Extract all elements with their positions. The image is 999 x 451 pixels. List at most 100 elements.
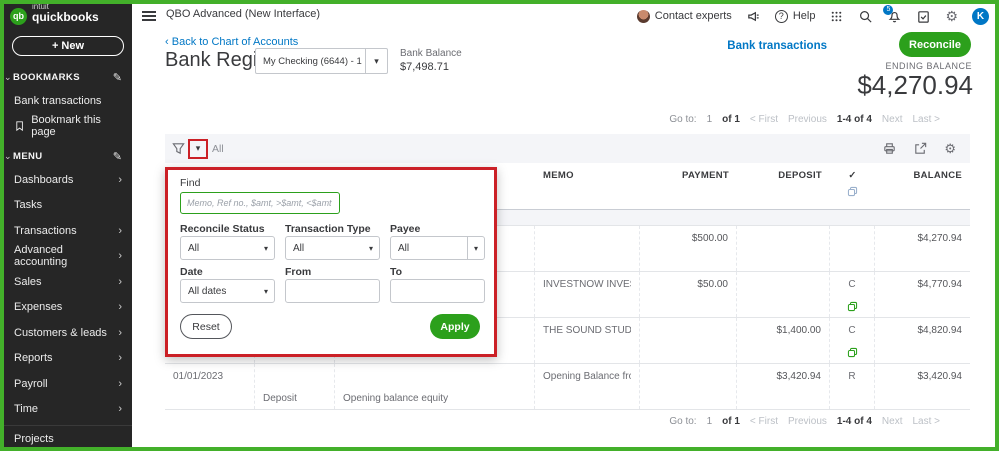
bank-balance-value: $7,498.71 (400, 61, 449, 73)
apply-button[interactable]: Apply (430, 314, 480, 339)
bookmarks-section-header[interactable]: ⌄ BOOKMARKS ✎ (4, 66, 132, 88)
payee-label: Payee (390, 223, 421, 235)
pagination-bottom: Go to: 1 of 1 < First Previous 1-4 of 4 … (669, 416, 940, 427)
date-range-select[interactable]: All dates ▾ (180, 279, 275, 303)
notifications-button[interactable]: 5 (883, 4, 902, 24)
chevron-down-icon: ▾ (263, 243, 268, 253)
sidebar-item-sales[interactable]: Sales › (4, 269, 132, 295)
page-number[interactable]: 1 (707, 416, 713, 427)
export-icon[interactable] (913, 141, 928, 156)
expert-avatar (636, 9, 650, 23)
matched-copy-icon (847, 301, 857, 312)
filter-dropdown-arrow[interactable]: ▾ (196, 143, 201, 154)
grid-icon (832, 11, 842, 21)
bank-transactions-link[interactable]: Bank transactions (727, 40, 827, 52)
header-balance[interactable]: BALANCE (875, 163, 970, 209)
header-memo[interactable]: MEMO (535, 163, 640, 209)
collapse-caret-icon: ⌄ (4, 150, 12, 161)
next-page-button[interactable]: Next (882, 114, 903, 125)
account-selector[interactable]: My Checking (6644) - 1 ▾ (255, 48, 388, 74)
reset-button[interactable]: Reset (180, 314, 232, 339)
chevron-down-icon: ▾ (368, 243, 373, 253)
payment-cell: $500.00 (691, 232, 728, 244)
first-page-button[interactable]: < First (750, 416, 778, 427)
goto-label: Go to: (669, 416, 697, 427)
chevron-right-icon: › (118, 250, 122, 263)
reconcile-status-cell: C (848, 278, 856, 290)
find-input[interactable] (180, 192, 340, 214)
header-reconcile-status[interactable]: ✓ (830, 163, 875, 209)
sidebar-item-dashboards[interactable]: Dashboards › (4, 167, 132, 193)
user-avatar[interactable]: K (972, 7, 989, 25)
filter-funnel-icon[interactable] (171, 141, 186, 156)
page-number[interactable]: 1 (707, 114, 713, 125)
edit-pencil-icon[interactable]: ✎ (113, 150, 122, 163)
sidebar-item-bank-transactions[interactable]: Bank transactions (4, 88, 132, 114)
previous-page-button[interactable]: Previous (788, 114, 827, 125)
first-page-button[interactable]: < First (750, 114, 778, 125)
transaction-type-select[interactable]: All ▾ (285, 236, 380, 260)
sidebar-item-tasks[interactable]: Tasks (4, 193, 132, 219)
last-page-button[interactable]: Last > (912, 416, 940, 427)
sidebar-item-payroll[interactable]: Payroll › (4, 371, 132, 397)
sidebar-item-reports[interactable]: Reports › (4, 346, 132, 372)
type-cell: Deposit (263, 393, 297, 404)
contact-experts-button[interactable]: Contact experts (636, 9, 732, 23)
sidebar-item-customers-leads[interactable]: Customers & leads › (4, 320, 132, 346)
header-payment[interactable]: PAYMENT (640, 163, 737, 209)
sidebar-item-bookmark-this-page[interactable]: Bookmark this page (4, 114, 132, 140)
tasks-button[interactable] (916, 9, 931, 24)
sidebar-item-transactions[interactable]: Transactions › (4, 218, 132, 244)
table-row[interactable]: 01/01/2023 Deposit Opening balance equit… (165, 364, 970, 410)
sidebar-item-expenses[interactable]: Expenses › (4, 295, 132, 321)
edit-pencil-icon[interactable]: ✎ (113, 71, 122, 84)
settings-button[interactable]: ⚙ (945, 9, 958, 23)
memo-cell (543, 226, 631, 250)
from-date-input[interactable] (285, 279, 380, 303)
deposit-cell (745, 272, 821, 296)
chevron-down-icon: ▾ (263, 286, 268, 296)
to-date-input[interactable] (390, 279, 485, 303)
collapse-caret-icon: ⌄ (4, 71, 12, 82)
balance-cell: $4,770.94 (917, 278, 963, 290)
sidebar-item-advanced-accounting[interactable]: Advanced accounting › (4, 244, 132, 270)
header-deposit[interactable]: DEPOSIT (737, 163, 830, 209)
apps-grid-button[interactable] (829, 9, 844, 24)
chevron-left-icon: ‹ (165, 36, 169, 48)
account-cell: Opening balance equity (343, 393, 449, 404)
search-icon (860, 10, 872, 23)
announcements-button[interactable] (746, 9, 761, 24)
megaphone-icon (748, 11, 759, 21)
sidebar-item-projects[interactable]: Projects (4, 426, 132, 447)
hamburger-menu-icon[interactable] (142, 9, 156, 21)
help-button[interactable]: ? Help (774, 9, 815, 23)
chevron-right-icon: › (118, 403, 122, 416)
memo-cell: THE SOUND STUDIO IN... (543, 324, 631, 336)
reconcile-status-cell: R (848, 370, 856, 382)
clipboard-check-icon (918, 10, 930, 23)
to-label: To (390, 266, 403, 278)
new-button[interactable]: + New (12, 36, 124, 56)
reconcile-status-label: Reconcile Status (180, 223, 265, 235)
reconcile-status-select[interactable]: All ▾ (180, 236, 275, 260)
last-page-button[interactable]: Last > (912, 114, 940, 125)
payee-select[interactable]: All ▾ (390, 236, 485, 260)
balance-cell: $3,420.94 (917, 370, 963, 382)
question-mark-icon: ? (774, 9, 788, 23)
top-navigation-bar: QBO Advanced (New Interface) Contact exp… (132, 4, 995, 28)
gear-icon: ⚙ (945, 8, 958, 24)
back-to-chart-of-accounts-link[interactable]: ‹ Back to Chart of Accounts (165, 36, 298, 48)
print-icon[interactable] (882, 141, 897, 156)
filter-panel: Find Reconcile Status Transaction Type P… (165, 167, 497, 357)
chevron-down-icon: ▾ (365, 49, 387, 73)
quickbooks-logo[interactable]: qb intuit quickbooks (4, 4, 132, 30)
search-button[interactable] (858, 9, 873, 24)
sidebar-item-time[interactable]: Time › (4, 397, 132, 423)
notification-badge: 5 (883, 4, 894, 15)
main-content: QBO Advanced (New Interface) Contact exp… (132, 4, 995, 447)
table-settings-gear-icon[interactable]: ⚙ (944, 142, 956, 155)
reconcile-button[interactable]: Reconcile (899, 32, 971, 57)
previous-page-button[interactable]: Previous (788, 416, 827, 427)
menu-section-header[interactable]: ⌄ MENU ✎ (4, 145, 132, 167)
next-page-button[interactable]: Next (882, 416, 903, 427)
